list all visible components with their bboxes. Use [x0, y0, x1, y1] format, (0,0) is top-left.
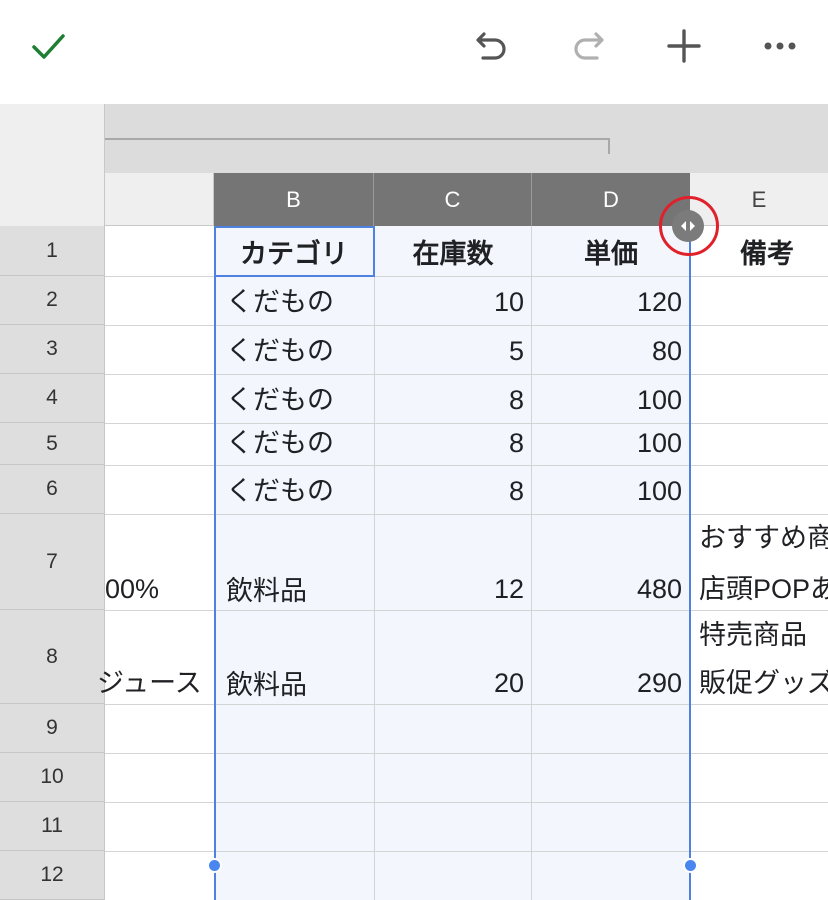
selection-handle-left[interactable]: [207, 858, 222, 873]
selection-handle-right[interactable]: [683, 858, 698, 873]
column-header-b[interactable]: B: [214, 173, 374, 226]
column-header-c[interactable]: C: [374, 173, 532, 226]
more-horizontal-icon[interactable]: [756, 22, 804, 70]
row-header-8[interactable]: 8: [0, 610, 105, 704]
row-header-1[interactable]: 1: [0, 226, 105, 276]
redo-icon[interactable]: [564, 22, 612, 70]
row-header-9[interactable]: 9: [0, 704, 105, 753]
row-header-11[interactable]: 11: [0, 802, 105, 851]
undo-icon[interactable]: [468, 22, 516, 70]
column-group-bracket[interactable]: [214, 138, 610, 154]
highlight-circle: [659, 196, 719, 256]
column-header-a[interactable]: [105, 173, 214, 226]
row-header-7[interactable]: 7: [0, 514, 105, 610]
cell-e1[interactable]: 備考: [740, 238, 828, 270]
cell-e8-line1[interactable]: 特売商品: [699, 619, 828, 651]
row-header-5[interactable]: 5: [0, 423, 105, 465]
cell-a7[interactable]: 00%: [105, 573, 213, 605]
row-header-3[interactable]: 3: [0, 325, 105, 374]
row-header-4[interactable]: 4: [0, 374, 105, 423]
row-header-6[interactable]: 6: [0, 465, 105, 514]
plus-icon[interactable]: [660, 22, 708, 70]
row-header-10[interactable]: 10: [0, 753, 105, 802]
toolbar: [0, 0, 828, 104]
selection-border: [214, 226, 691, 900]
group-bar-corner: [0, 104, 105, 173]
cell-a8[interactable]: ジュース: [97, 667, 213, 699]
cell-e8-line2[interactable]: 販促グッズ: [699, 667, 828, 699]
select-all-corner[interactable]: [0, 173, 105, 226]
row-header-2[interactable]: 2: [0, 276, 105, 325]
cell-e7-line1[interactable]: おすすめ商: [699, 522, 828, 554]
active-cell-outline: [214, 226, 375, 277]
row-header-12[interactable]: 12: [0, 851, 105, 900]
cell-e7-line2[interactable]: 店頭POPあ: [699, 573, 828, 605]
group-line: [105, 138, 214, 140]
check-icon[interactable]: [24, 22, 72, 70]
